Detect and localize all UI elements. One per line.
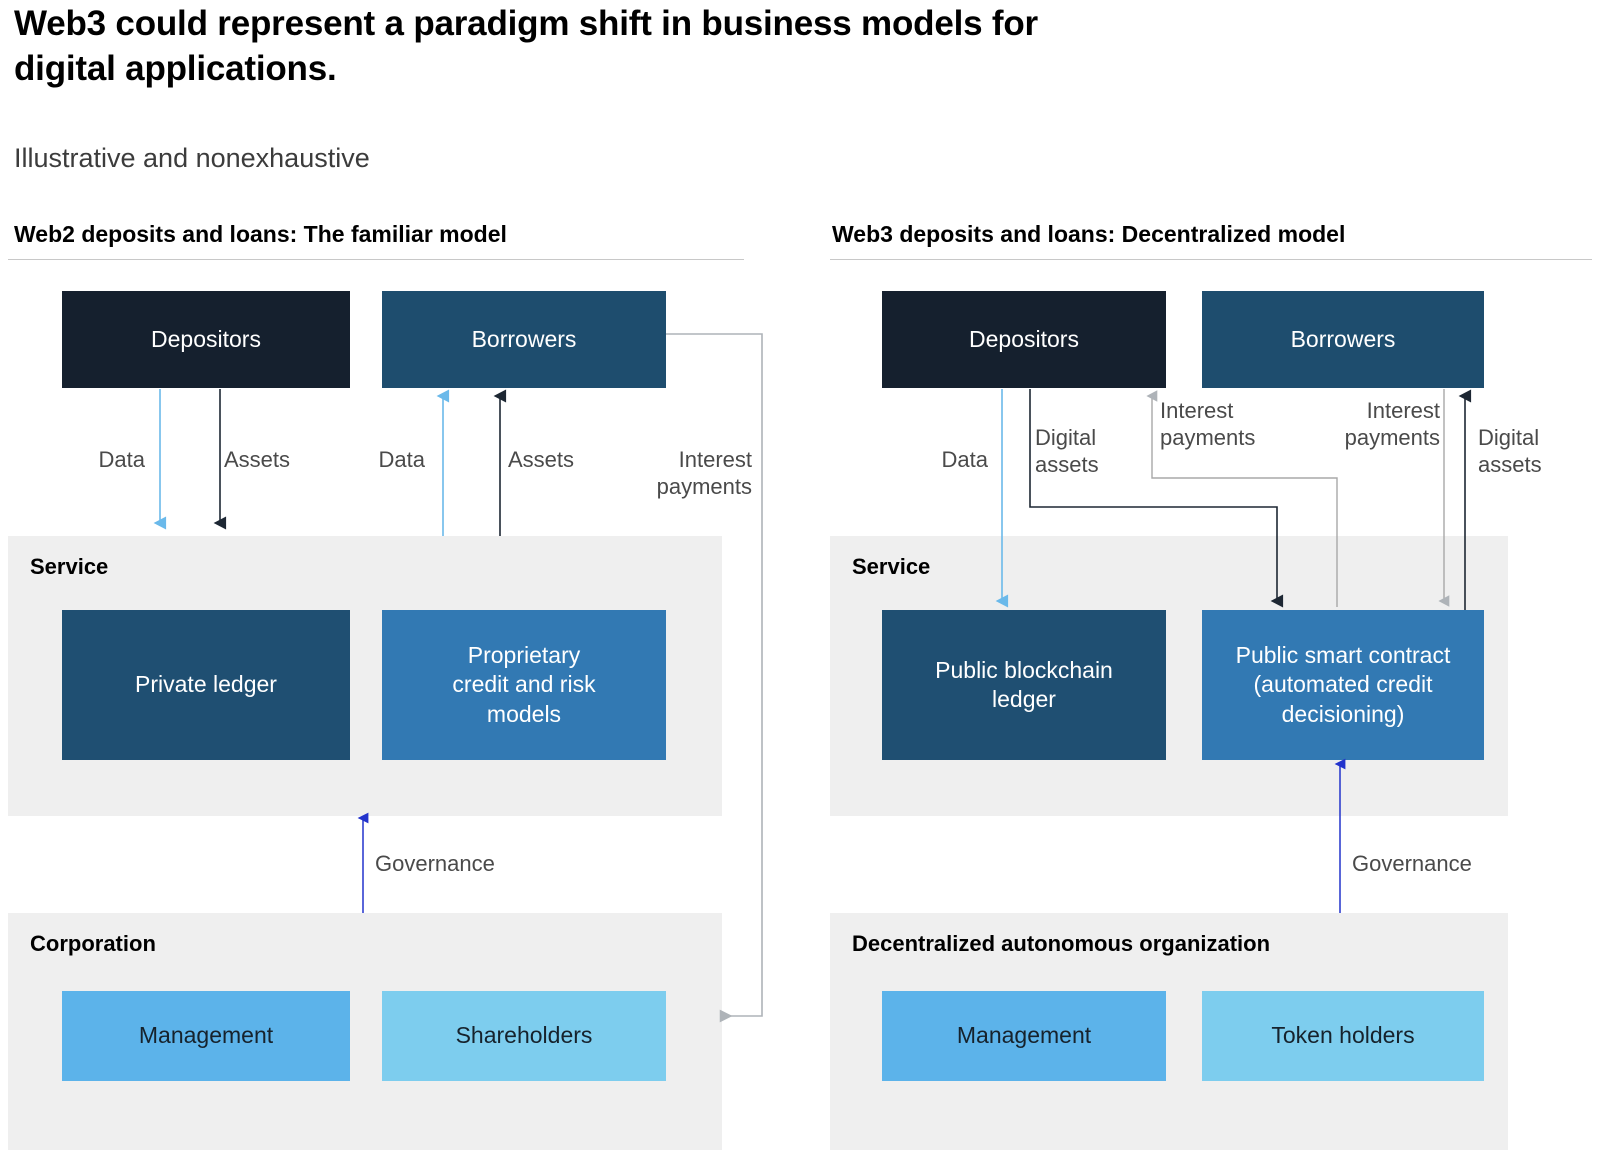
edge-label-web2-governance: Governance (375, 851, 495, 876)
group-label-web3-dao: Decentralized autonomous organization (852, 931, 1271, 956)
node-web3-depositors[interactable]: Depositors (882, 291, 1166, 388)
edge-label-web3-depositors-digital-assets: Digital assets (1035, 425, 1099, 477)
page-title: Web3 could represent a paradigm shift in… (14, 4, 1038, 88)
page-subtitle: Illustrative and nonexhaustive (14, 143, 370, 173)
section-rule-web3 (830, 259, 1592, 260)
node-web3-token-holders[interactable]: Token holders (1202, 991, 1484, 1081)
edge-label-web2-interest-payments: Interest payments (656, 447, 752, 499)
edge-label-web3-governance: Governance (1352, 851, 1472, 876)
diagram-canvas: Web3 could represent a paradigm shift in… (0, 0, 1600, 1166)
edge-label-web3-depositors-data: Data (941, 447, 988, 472)
node-web2-private-ledger[interactable]: Private ledger (62, 610, 350, 760)
section-rule-web2 (8, 259, 744, 260)
edge-label-web2-depositors-data: Data (98, 447, 145, 472)
group-label-web3-service: Service (852, 554, 931, 579)
node-web3-borrowers[interactable]: Borrowers (1202, 291, 1484, 388)
section-title-web2: Web2 deposits and loans: The familiar mo… (14, 221, 507, 247)
section-title-web3: Web3 deposits and loans: Decentralized m… (832, 221, 1346, 247)
node-web2-shareholders[interactable]: Shareholders (382, 991, 666, 1081)
node-web2-borrowers[interactable]: Borrowers (382, 291, 666, 388)
node-web2-depositors[interactable]: Depositors (62, 291, 350, 388)
group-label-web2-service: Service (30, 554, 109, 579)
node-web2-proprietary-models[interactable]: Proprietary credit and risk models (382, 610, 666, 760)
node-web3-public-smart-contract[interactable]: Public smart contract (automated credit … (1202, 610, 1484, 760)
edge-label-web3-interest-payments-borrowers: Interest payments (1344, 398, 1440, 450)
node-web3-public-blockchain-ledger[interactable]: Public blockchain ledger (882, 610, 1166, 760)
node-web3-management[interactable]: Management (882, 991, 1166, 1081)
group-label-web2-corporation: Corporation (30, 931, 156, 956)
edge-label-web2-borrowers-data: Data (378, 447, 425, 472)
node-web2-management[interactable]: Management (62, 991, 350, 1081)
edge-label-web3-borrowers-digital-assets: Digital assets (1478, 425, 1542, 477)
